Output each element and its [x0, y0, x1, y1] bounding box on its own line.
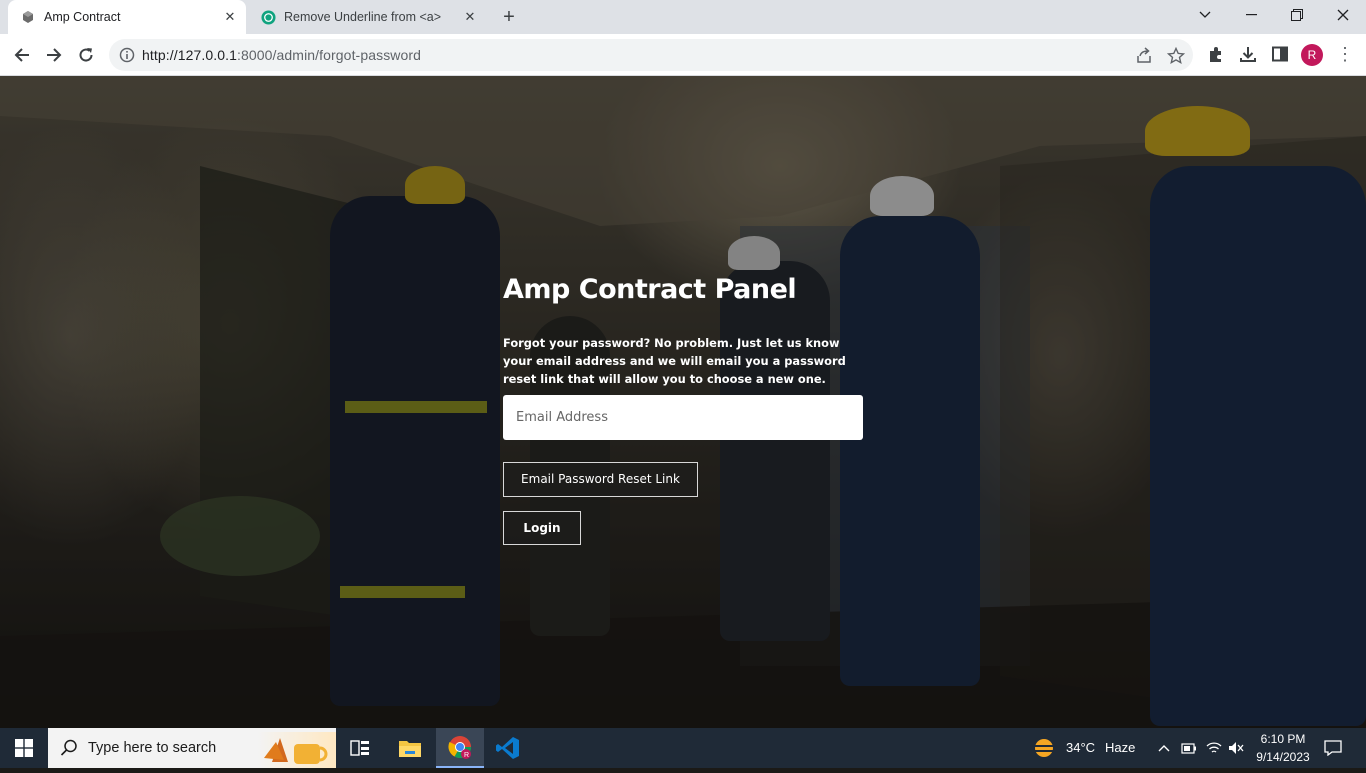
chrome-icon[interactable]: R: [436, 728, 484, 768]
url-text: http://127.0.0.1:8000/admin/forgot-passw…: [142, 39, 421, 71]
close-icon[interactable]: ✕: [222, 9, 238, 25]
share-icon[interactable]: [1135, 47, 1153, 65]
login-button[interactable]: Login: [503, 511, 581, 545]
system-clock[interactable]: 6:10 PM 9/14/2023: [1248, 730, 1318, 766]
weather-temp: 34°C: [1066, 740, 1096, 755]
star-icon[interactable]: [1166, 46, 1186, 65]
plus-icon[interactable]: +: [498, 6, 520, 28]
svg-text:R: R: [464, 752, 469, 759]
profile-avatar[interactable]: R: [1301, 44, 1323, 66]
page-title: Amp Contract Panel: [503, 274, 797, 305]
minimize-icon[interactable]: [1228, 0, 1274, 30]
forward-icon[interactable]: [42, 43, 66, 67]
close-window-icon[interactable]: [1320, 0, 1366, 30]
forgot-password-panel: Amp Contract Panel Forgot your password?…: [503, 268, 863, 545]
tab-title: Remove Underline from <a>: [284, 10, 442, 24]
clock-date: 9/14/2023: [1256, 750, 1310, 764]
download-icon[interactable]: [1238, 44, 1258, 64]
amp-favicon-icon: [20, 9, 36, 25]
tab-title: Amp Contract: [44, 10, 121, 24]
search-highlight-image: [258, 732, 336, 768]
task-view-icon[interactable]: [340, 728, 380, 768]
weather-condition: Haze: [1105, 740, 1136, 755]
chevron-down-icon[interactable]: [1182, 0, 1228, 30]
notification-icon[interactable]: [1314, 728, 1352, 768]
close-icon[interactable]: ✕: [462, 9, 478, 25]
browser-toolbar: http://127.0.0.1:8000/admin/forgot-passw…: [0, 34, 1366, 76]
description-text: Forgot your password? No problem. Just l…: [503, 336, 846, 386]
tab-remove-underline[interactable]: Remove Underline from <a> ✕: [250, 0, 486, 34]
windows-start-icon[interactable]: [4, 728, 44, 768]
url-host: http://127.0.0.1: [142, 47, 238, 63]
sidepanel-icon[interactable]: [1270, 44, 1290, 64]
back-icon[interactable]: [10, 43, 34, 67]
info-icon[interactable]: [119, 47, 135, 63]
menu-icon[interactable]: ⋮: [1336, 44, 1354, 66]
restore-icon[interactable]: [1274, 0, 1320, 30]
email-input[interactable]: [503, 395, 863, 440]
vscode-icon[interactable]: [488, 728, 528, 768]
extensions-icon[interactable]: [1206, 44, 1226, 64]
tab-amp-contract[interactable]: Amp Contract ✕: [8, 0, 246, 34]
windows-taskbar: Type here to search R 34°C Haze 6:10 PM …: [0, 728, 1366, 768]
weather-icon[interactable]: [1024, 728, 1064, 768]
taskbar-search-box[interactable]: Type here to search: [48, 728, 336, 768]
search-placeholder: Type here to search: [88, 740, 217, 756]
url-path: :8000/admin/forgot-password: [237, 47, 422, 63]
file-explorer-icon[interactable]: [390, 728, 430, 768]
email-reset-link-button[interactable]: Email Password Reset Link: [503, 462, 698, 497]
reload-icon[interactable]: [74, 43, 98, 67]
search-icon: [60, 739, 78, 757]
address-bar[interactable]: http://127.0.0.1:8000/admin/forgot-passw…: [109, 39, 1193, 71]
chatgpt-favicon-icon: [260, 9, 276, 25]
page-background: Amp Contract Panel Forgot your password?…: [0, 76, 1366, 728]
tab-strip: Amp Contract ✕ Remove Underline from <a>…: [0, 0, 1366, 34]
clock-time: 6:10 PM: [1260, 732, 1306, 746]
